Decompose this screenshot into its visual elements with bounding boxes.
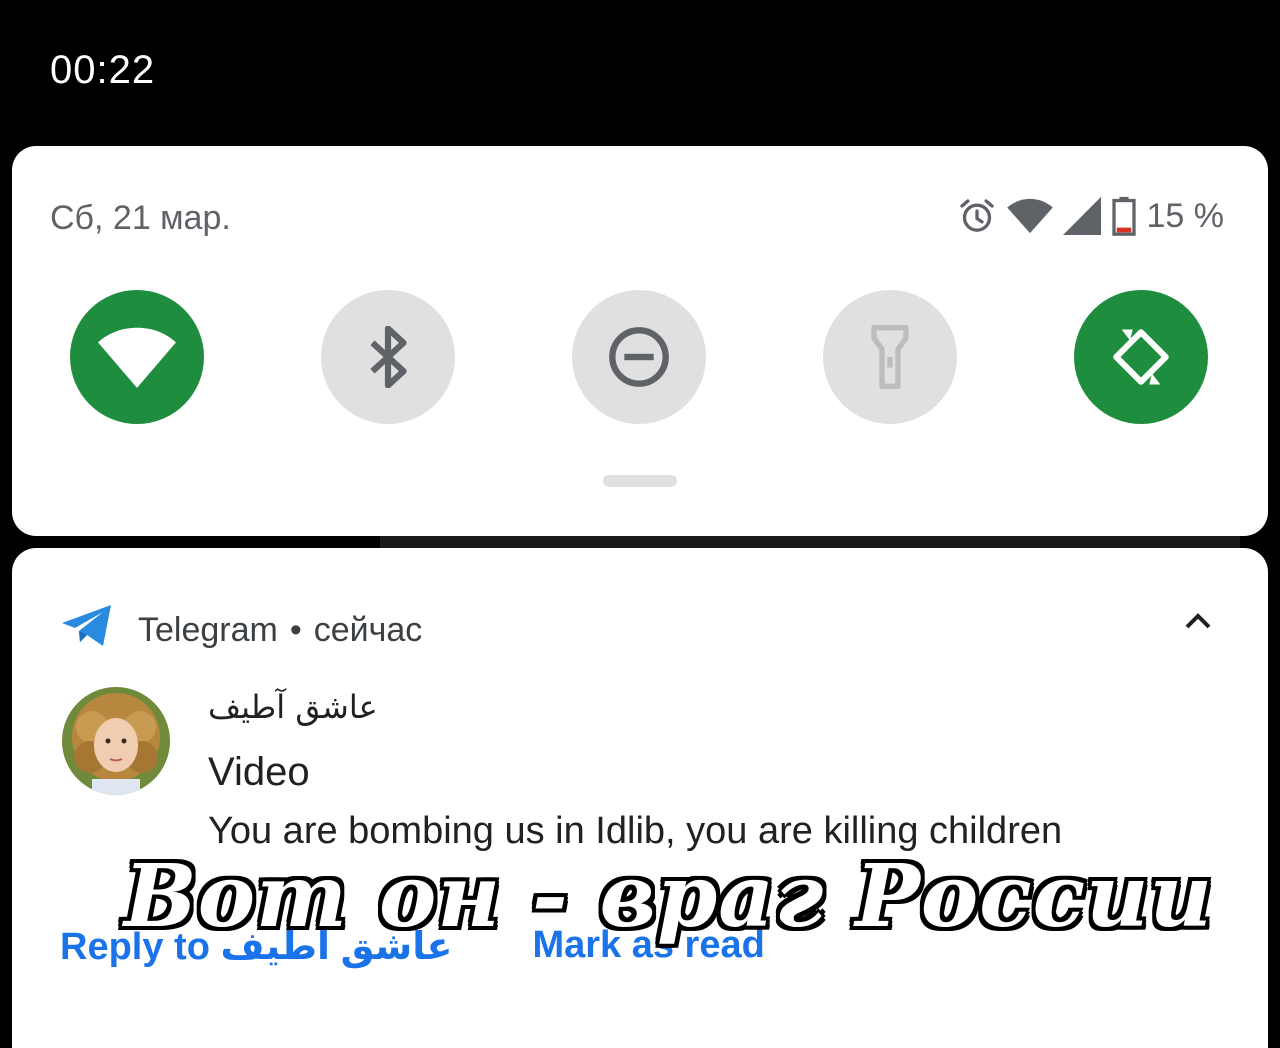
qs-status-icons: 15 %	[957, 196, 1225, 236]
notification-app-name: Telegram	[138, 611, 278, 649]
background-content-strip	[380, 536, 1240, 548]
qs-date[interactable]: Сб, 21 мар.	[50, 199, 231, 238]
tile-do-not-disturb[interactable]	[572, 290, 706, 424]
tile-wifi[interactable]	[70, 290, 204, 424]
telegram-notification[interactable]: Telegram • сейчас عاشق آطيف Video You ar…	[12, 548, 1268, 1048]
do-not-disturb-icon	[607, 325, 671, 389]
cellular-signal-icon	[1062, 197, 1101, 235]
wifi-signal-icon	[1006, 197, 1053, 235]
avatar	[62, 687, 170, 795]
notification-time: сейчас	[313, 611, 423, 649]
status-bar: 00:22	[0, 0, 1280, 146]
drag-handle[interactable]	[603, 475, 677, 487]
battery-icon	[1111, 196, 1137, 236]
tile-auto-rotate[interactable]	[1074, 290, 1208, 424]
telegram-icon	[60, 604, 114, 657]
tile-bluetooth[interactable]	[321, 290, 455, 424]
qs-tiles	[70, 290, 1210, 424]
auto-rotate-icon	[1108, 324, 1174, 390]
alarm-icon	[957, 196, 997, 236]
overlay-caption: Вот он - враг России	[124, 846, 1214, 947]
battery-percent: 15 %	[1146, 196, 1225, 235]
status-clock: 00:22	[50, 48, 156, 92]
notification-title: Video	[208, 750, 310, 794]
notification-header: Telegram • сейчас	[60, 604, 422, 657]
tile-flashlight[interactable]	[823, 290, 957, 424]
flashlight-icon	[870, 325, 910, 389]
quick-settings-panel: Сб, 21 мар. 15 %	[12, 146, 1268, 536]
wifi-icon	[98, 326, 176, 388]
notification-sender: عاشق آطيف	[208, 688, 378, 726]
bluetooth-icon	[365, 326, 411, 388]
collapse-chevron-icon[interactable]	[1184, 612, 1212, 635]
notification-separator: •	[289, 611, 302, 649]
